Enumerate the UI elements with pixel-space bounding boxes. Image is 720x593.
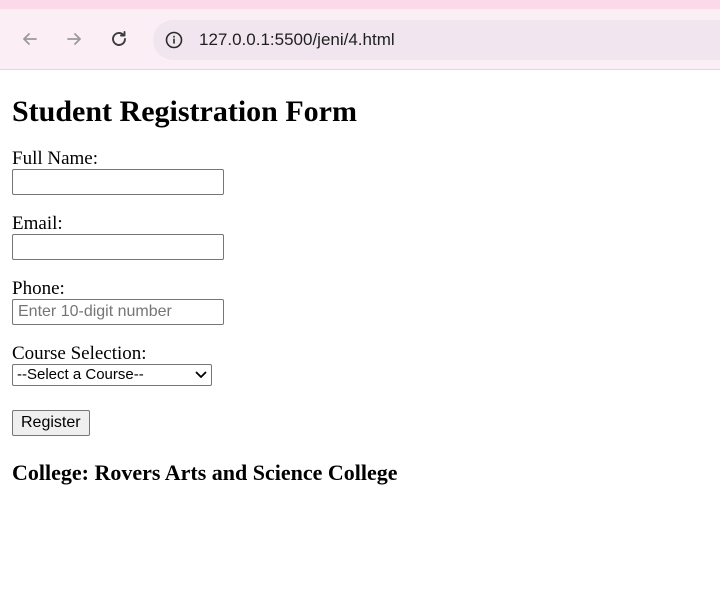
arrow-right-icon <box>67 33 81 45</box>
phone-field-group: Phone: <box>12 278 708 325</box>
college-name: College: Rovers Arts and Science College <box>12 460 398 485</box>
arrow-left-icon <box>23 33 37 45</box>
reload-icon <box>112 31 126 46</box>
course-selected-value: --Select a Course-- <box>17 366 144 383</box>
phone-label: Phone: <box>12 278 65 299</box>
reload-button[interactable] <box>105 25 133 53</box>
back-button[interactable] <box>16 25 44 53</box>
phone-input[interactable] <box>12 299 224 325</box>
email-field-group: Email: <box>12 213 708 260</box>
full-name-label: Full Name: <box>12 148 99 169</box>
register-button[interactable]: Register <box>12 410 90 436</box>
forward-button[interactable] <box>60 25 88 53</box>
course-field-group: Course Selection: --Select a Course-- <box>12 343 708 386</box>
page-title: Student Registration Form <box>12 95 357 128</box>
full-name-input[interactable] <box>12 169 224 195</box>
browser-toolbar: 127.0.0.1:5500/jeni/4.html <box>0 9 720 69</box>
browser-chrome: 127.0.0.1:5500/jeni/4.html <box>0 0 720 70</box>
page-content: Student Registration Form Full Name: Ema… <box>0 94 720 486</box>
course-select[interactable]: --Select a Course-- <box>12 364 212 386</box>
url-text[interactable]: 127.0.0.1:5500/jeni/4.html <box>199 30 395 50</box>
info-icon[interactable] <box>165 31 183 49</box>
tab-strip <box>0 0 720 9</box>
chevron-down-icon <box>195 371 207 378</box>
course-label: Course Selection: <box>12 343 147 364</box>
email-label: Email: <box>12 213 63 234</box>
full-name-field-group: Full Name: <box>12 148 708 195</box>
email-input[interactable] <box>12 234 224 260</box>
address-bar[interactable]: 127.0.0.1:5500/jeni/4.html <box>153 20 720 60</box>
